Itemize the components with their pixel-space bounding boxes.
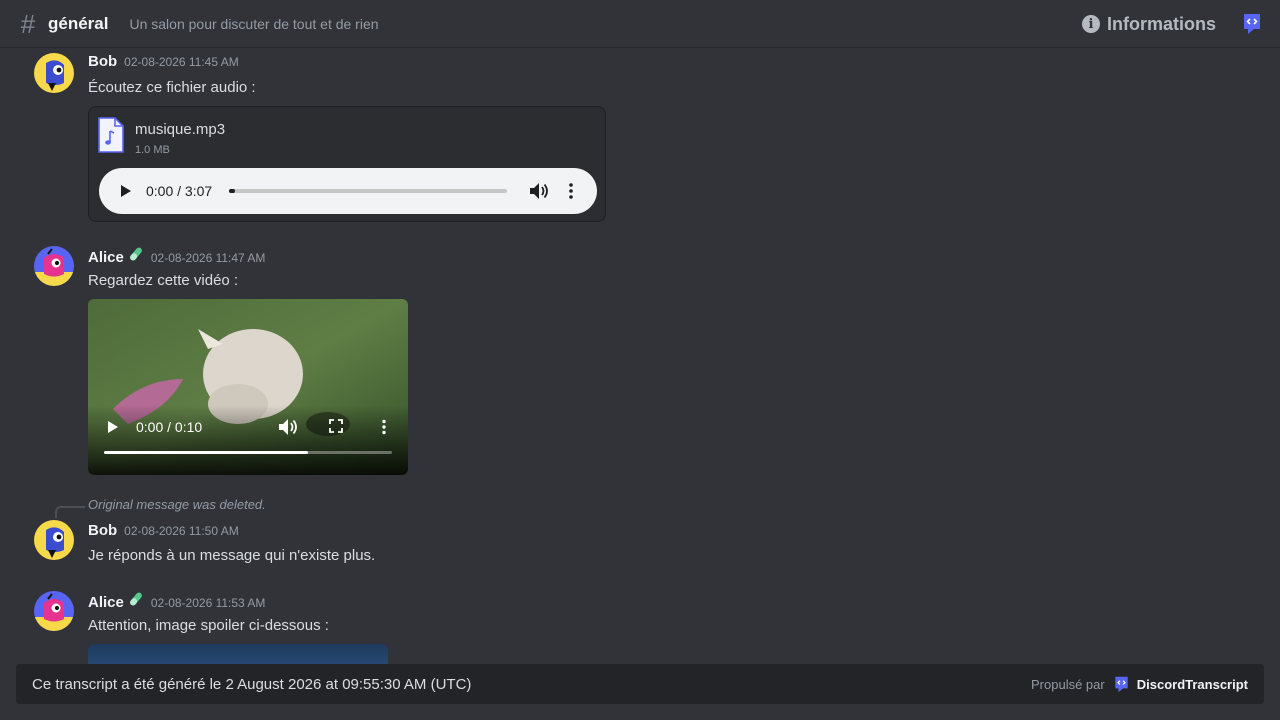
- author-name[interactable]: Bob: [88, 522, 117, 539]
- message-timestamp: 02-08-2026 11:53 AM: [150, 596, 266, 610]
- video-attachment[interactable]: 0:00 / 0:10: [88, 299, 408, 475]
- reply-reference: Original message was deleted.: [88, 497, 266, 512]
- message-content: Attention, image spoiler ci-dessous :: [88, 617, 329, 634]
- channel-name: général: [48, 13, 109, 33]
- message-content: Regardez cette vidéo :: [88, 272, 239, 289]
- channel-header: # général Un salon pour discuter de tout…: [0, 0, 1280, 48]
- footer-generated-text: Ce transcript a été généré le 2 August 2…: [32, 675, 472, 693]
- video-controls-shade: [88, 405, 408, 475]
- play-icon[interactable]: [121, 185, 131, 197]
- video-seek-bar[interactable]: [104, 451, 392, 454]
- audio-time: 0:00 / 3:07: [146, 183, 213, 199]
- avatar-bob[interactable]: [34, 520, 74, 560]
- channel-topic: Un salon pour discuter de tout et de rie…: [129, 15, 379, 32]
- hash-icon: #: [20, 8, 36, 39]
- avatar-bob[interactable]: [34, 53, 74, 93]
- message-timestamp: 02-08-2026 11:47 AM: [150, 251, 266, 265]
- volume-icon[interactable]: [529, 182, 549, 200]
- fullscreen-icon[interactable]: [329, 419, 343, 433]
- avatar-alice[interactable]: [34, 246, 74, 286]
- reply-connector: [55, 506, 85, 518]
- author-name[interactable]: Alice: [88, 594, 124, 611]
- author-name[interactable]: Bob: [88, 53, 117, 70]
- file-name-link[interactable]: musique.mp3: [135, 121, 225, 138]
- info-button[interactable]: Informations: [1107, 14, 1216, 35]
- message-content: Écoutez ce fichier audio :: [88, 79, 256, 96]
- powered-by-label: Propulsé par: [1031, 676, 1105, 692]
- alice-avatar-icon: [34, 246, 74, 286]
- message-timestamp: 02-08-2026 11:50 AM: [124, 524, 239, 538]
- powered-by: Propulsé par DiscordTranscript: [1031, 664, 1248, 704]
- audio-file-icon: [98, 117, 124, 153]
- header-actions: i Informations: [1081, 0, 1262, 48]
- video-volume-icon[interactable]: [278, 418, 298, 436]
- author-name[interactable]: Alice: [88, 249, 124, 266]
- audio-progress-fill: [229, 189, 235, 193]
- video-play-icon[interactable]: [108, 421, 118, 433]
- audio-seek-bar[interactable]: [229, 189, 507, 193]
- avatar-alice[interactable]: [34, 591, 74, 631]
- transcript-logo-icon[interactable]: [1113, 676, 1130, 693]
- audio-player: 0:00 / 3:07: [99, 168, 597, 214]
- transcript-logo-icon[interactable]: [1242, 13, 1262, 35]
- transcript-footer: Ce transcript a été généré le 2 August 2…: [16, 664, 1264, 704]
- video-progress-fill: [104, 451, 309, 454]
- pill-badge-icon: [129, 247, 142, 261]
- pill-badge-icon: [129, 592, 142, 606]
- message-content: Je réponds à un message qui n'existe plu…: [88, 547, 376, 564]
- info-icon[interactable]: i: [1081, 15, 1100, 33]
- audio-attachment: musique.mp3 1.0 MB 0:00 / 3:07: [88, 106, 606, 222]
- bob-avatar-icon: [34, 53, 74, 93]
- video-time: 0:00 / 0:10: [136, 419, 203, 435]
- bob-avatar-icon: [34, 520, 74, 560]
- alice-avatar-icon: [34, 591, 74, 631]
- video-more-options-icon[interactable]: [382, 419, 386, 435]
- message-timestamp: 02-08-2026 11:45 AM: [124, 55, 239, 69]
- file-size: 1.0 MB: [135, 144, 170, 156]
- brand-name-link[interactable]: DiscordTranscript: [1137, 677, 1248, 692]
- more-options-icon[interactable]: [569, 182, 573, 200]
